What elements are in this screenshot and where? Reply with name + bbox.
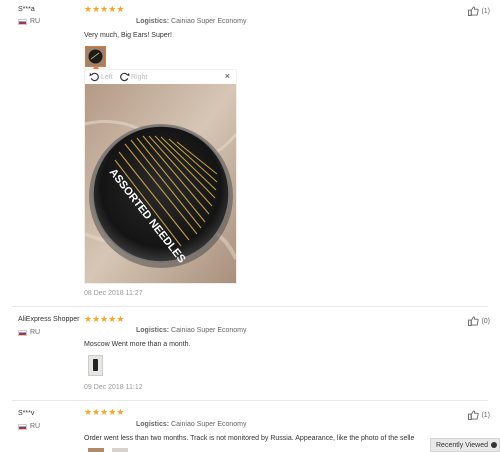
image-viewer: Left Right × ASSORTED NEEDLES <box>84 69 237 284</box>
review-date: 08 Dec 2018 11:27 <box>84 290 143 297</box>
review-comment: Very much, Big Ears! Super! <box>84 32 172 39</box>
review-comment: Moscow Went more than a month. <box>84 341 191 348</box>
reviewer-country: RU <box>18 329 40 336</box>
thumbs-up-icon <box>468 6 480 16</box>
review-photo-thumbnail[interactable] <box>85 46 106 67</box>
viewer-toolbar: Left Right × <box>85 70 236 84</box>
close-icon[interactable]: × <box>225 71 230 81</box>
reviewer-name: S***a <box>18 6 35 13</box>
star-icon: ★ <box>116 314 125 324</box>
reviewer-name: S***v <box>18 410 35 417</box>
helpful-button[interactable]: (0) <box>468 316 490 326</box>
thumbs-up-icon <box>468 410 480 420</box>
rotate-left-icon <box>89 72 99 82</box>
star-icon: ★ <box>108 314 117 324</box>
ru-flag-icon <box>18 18 27 25</box>
star-icon: ★ <box>84 407 93 417</box>
reviewer-country: RU <box>18 423 40 430</box>
rotate-left-button[interactable]: Left <box>89 72 113 83</box>
star-icon: ★ <box>84 314 93 324</box>
star-icon: ★ <box>108 407 117 417</box>
recently-viewed-tab[interactable]: Recently Viewed <box>430 438 500 452</box>
star-icon: ★ <box>92 4 101 14</box>
rating-stars: ★ ★ ★ ★ ★ <box>84 315 124 324</box>
star-icon: ★ <box>100 314 109 324</box>
recently-viewed-toggle-icon <box>491 442 497 448</box>
star-icon: ★ <box>116 4 125 14</box>
star-icon: ★ <box>92 407 101 417</box>
reviewer-country: RU <box>18 18 40 25</box>
review-divider <box>12 306 488 307</box>
review-photo-thumbnail[interactable] <box>88 448 104 452</box>
review-divider <box>12 400 488 401</box>
star-icon: ★ <box>116 407 125 417</box>
logistics-info: Logistics: Cainiao Super Economy <box>136 327 247 334</box>
star-icon: ★ <box>100 407 109 417</box>
star-icon: ★ <box>100 4 109 14</box>
logistics-info: Logistics: Cainiao Super Economy <box>136 421 247 428</box>
review-date: 09 Dec 2018 11:12 <box>84 384 143 391</box>
logistics-info: Logistics: Cainiao Super Economy <box>136 18 247 25</box>
thumbs-up-icon <box>468 316 480 326</box>
reviewer-name: AliExpress Shopper <box>18 316 80 323</box>
helpful-button[interactable]: (1) <box>468 410 490 420</box>
star-icon: ★ <box>84 4 93 14</box>
helpful-button[interactable]: (1) <box>468 6 490 16</box>
ru-flag-icon <box>18 423 27 430</box>
review-photo-large: ASSORTED NEEDLES <box>85 84 236 283</box>
star-icon: ★ <box>108 4 117 14</box>
rating-stars: ★ ★ ★ ★ ★ <box>84 5 124 14</box>
review-comment: Order went less than two months. Track i… <box>84 435 415 442</box>
review-photo-thumbnail[interactable] <box>112 448 128 452</box>
rotate-right-button[interactable]: Right <box>119 72 147 83</box>
rating-stars: ★ ★ ★ ★ ★ <box>84 408 124 417</box>
ru-flag-icon <box>18 329 27 336</box>
review-photo-thumbnail[interactable] <box>88 355 103 376</box>
rotate-right-icon <box>120 72 130 82</box>
star-icon: ★ <box>92 314 101 324</box>
